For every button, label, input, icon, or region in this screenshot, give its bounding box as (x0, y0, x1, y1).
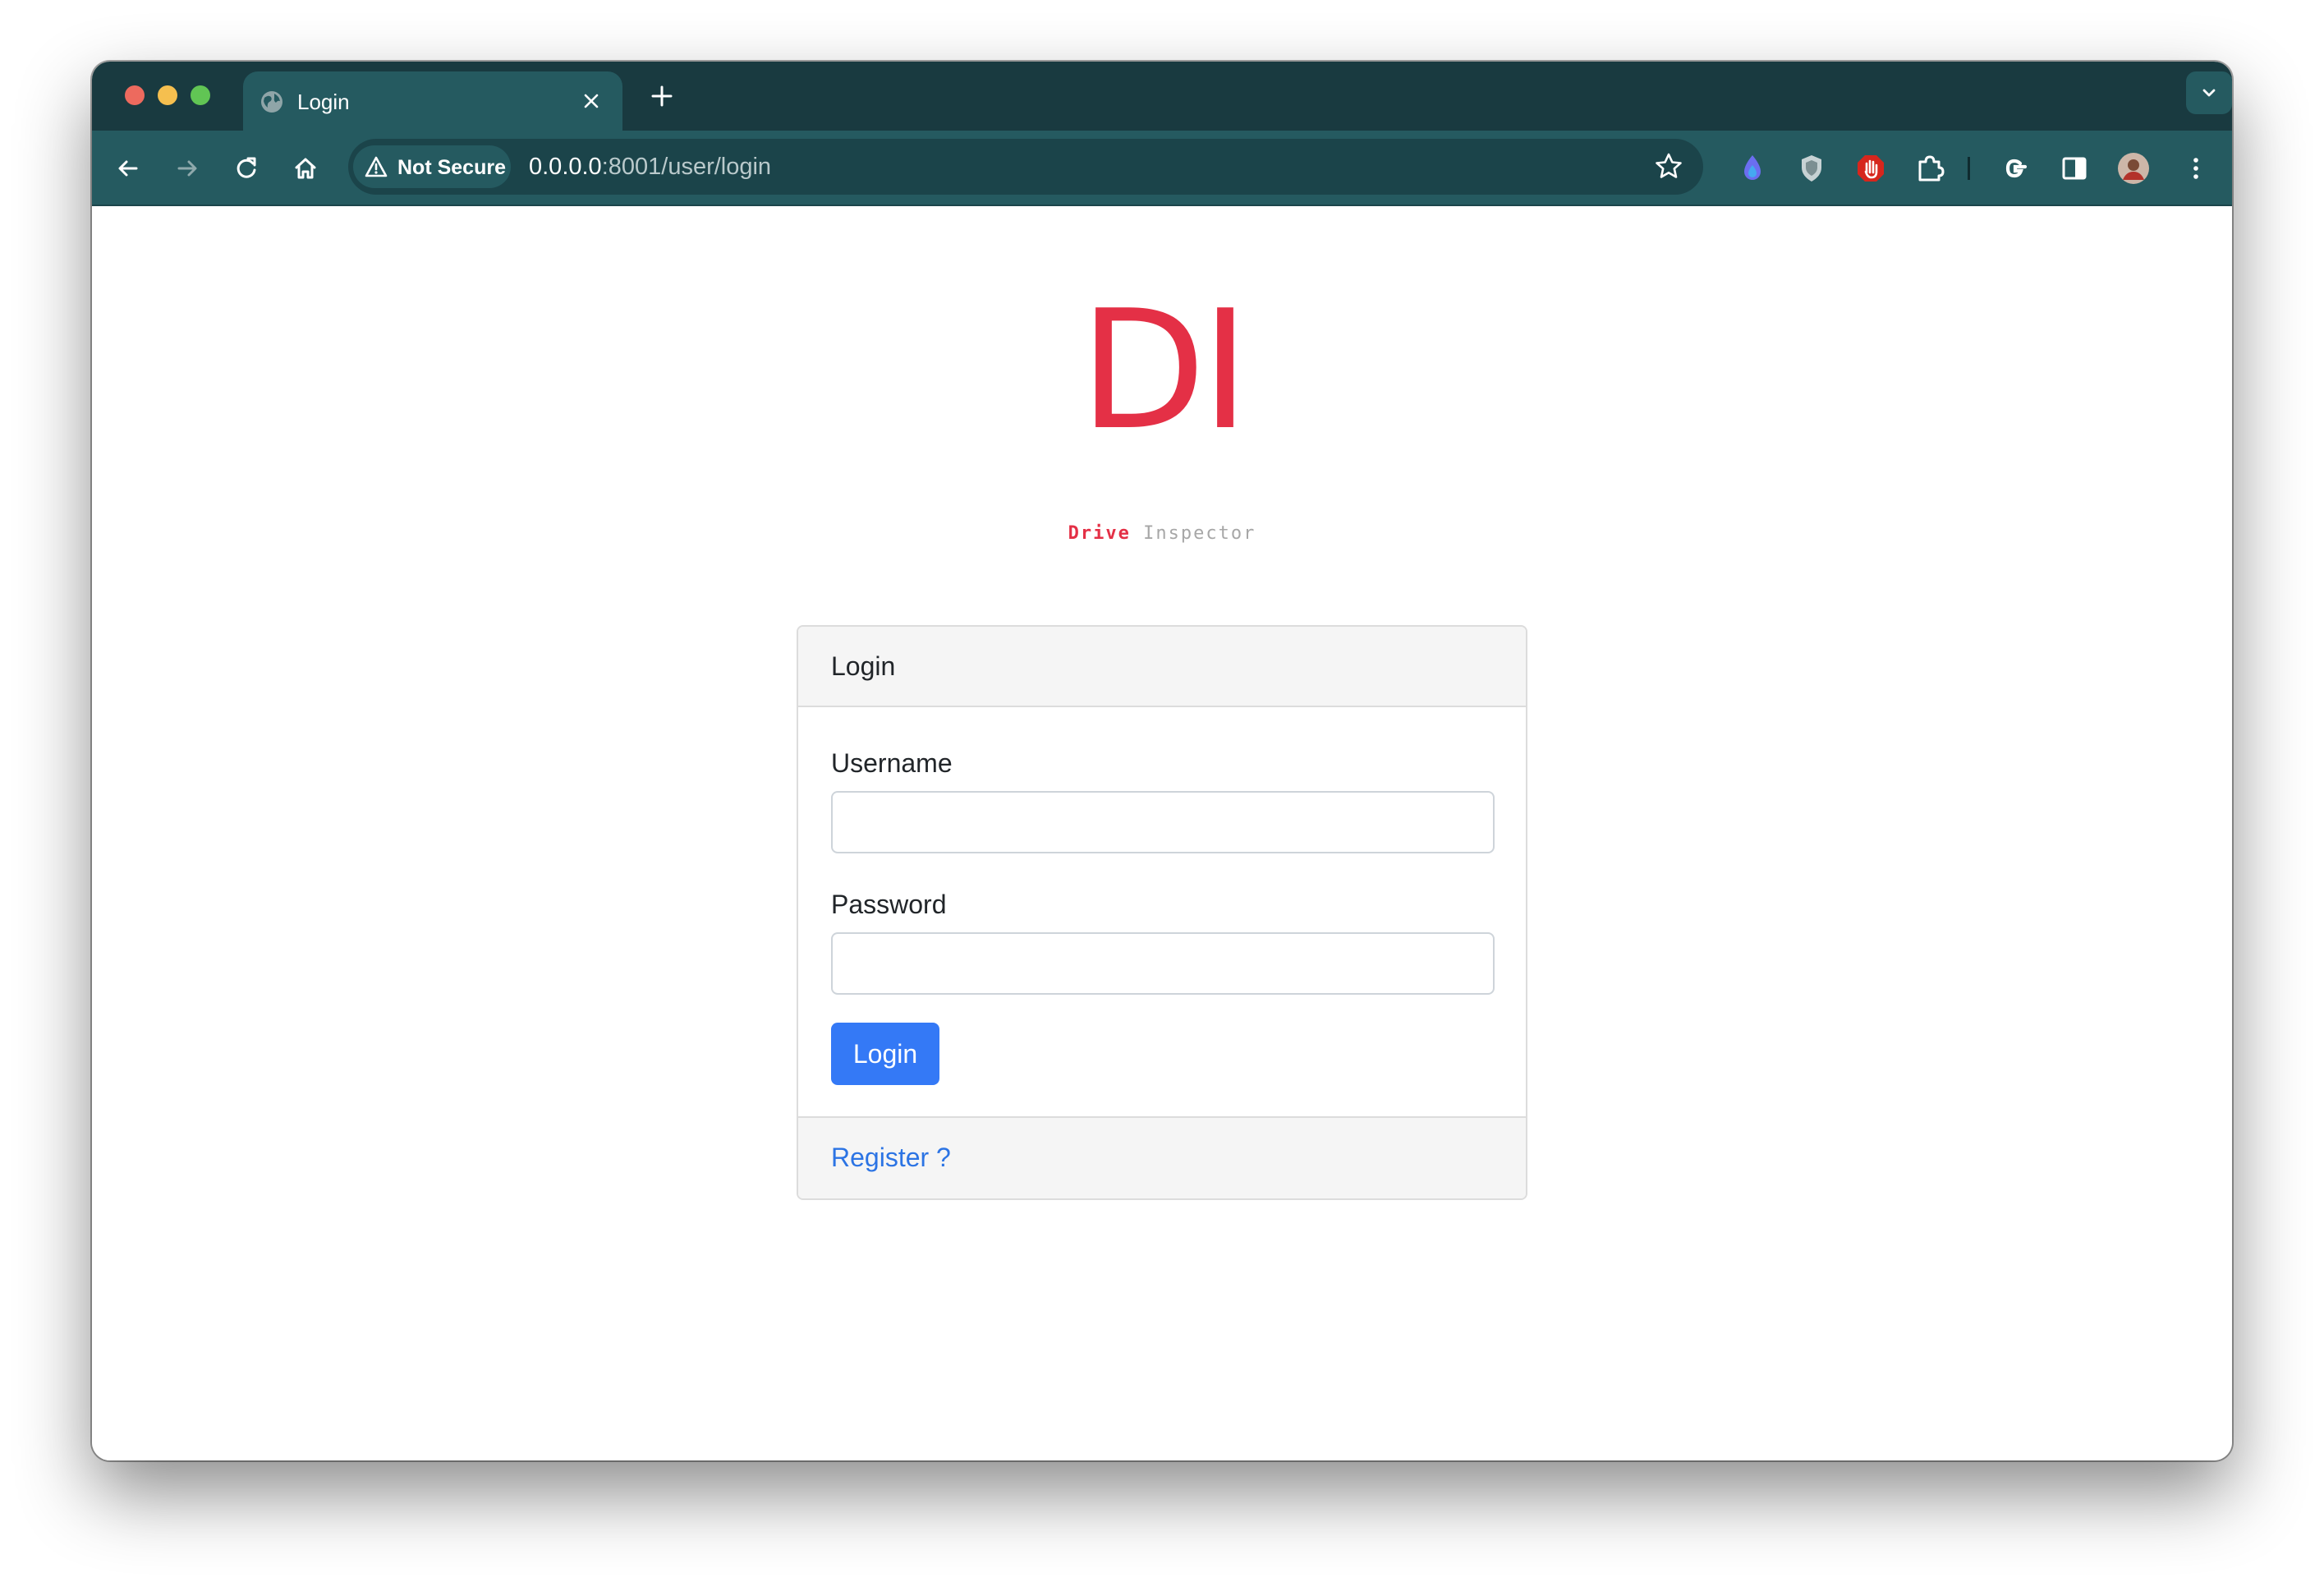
close-window-button[interactable] (125, 85, 145, 105)
toolbar-divider (1968, 157, 1970, 180)
minimize-window-button[interactable] (158, 85, 177, 105)
globe-icon (261, 91, 282, 113)
puzzle-extensions-icon[interactable] (1912, 150, 1948, 186)
more-menu-icon[interactable] (2178, 150, 2214, 186)
shield-icon[interactable] (1794, 150, 1830, 186)
browser-tab[interactable]: Login (243, 71, 622, 131)
chevron-down-icon (2202, 89, 2216, 97)
drop-extension-icon[interactable] (1734, 150, 1771, 186)
forward-arrow-icon[interactable] (171, 152, 204, 185)
address-bar[interactable]: Not Secure 0.0.0.0:8001/user/login (348, 139, 1703, 195)
url-host: 0.0.0.0 (529, 154, 602, 180)
register-link[interactable]: Register ? (831, 1143, 951, 1173)
browser-window: Login Not Secure 0.0.0.0:8001/user/login… (92, 62, 2232, 1460)
tab-strip: Login (92, 62, 2232, 131)
home-icon[interactable] (289, 152, 322, 185)
security-label: Not Secure (397, 156, 506, 179)
tab-title: Login (297, 90, 350, 114)
url-path: :8001/user/login (601, 154, 772, 180)
warning-icon (365, 156, 388, 177)
close-tab-icon[interactable] (581, 91, 601, 111)
adblock-hand-icon[interactable] (1853, 150, 1889, 186)
logo-word-inspector: Inspector (1143, 523, 1256, 544)
new-tab-icon[interactable] (647, 81, 677, 111)
logo-word-drive: Drive (1068, 523, 1131, 544)
logo: DI (1068, 275, 1256, 467)
side-panel-icon[interactable] (2056, 150, 2092, 186)
security-chip[interactable]: Not Secure (353, 145, 511, 188)
logo-tagline: Drive Inspector (1068, 523, 1256, 544)
username-input[interactable] (831, 791, 1495, 853)
card-header: Login (798, 627, 1526, 707)
profile-avatar[interactable] (2115, 150, 2152, 186)
login-button[interactable]: Login (831, 1023, 939, 1085)
username-label: Username (831, 748, 953, 778)
bookmark-star-icon[interactable] (1652, 150, 1685, 183)
browser-toolbar: Not Secure 0.0.0.0:8001/user/login (92, 131, 2232, 206)
reload-icon[interactable] (230, 152, 263, 185)
card-footer: Register ? (798, 1116, 1526, 1198)
logo-letters: DI (1079, 275, 1250, 467)
maximize-window-button[interactable] (191, 85, 210, 105)
url-text[interactable]: 0.0.0.0:8001/user/login (529, 154, 771, 181)
password-label: Password (831, 890, 947, 919)
card-title: Login (831, 651, 896, 681)
password-input[interactable] (831, 932, 1495, 995)
google-g-icon[interactable] (1997, 150, 2033, 186)
page-content: DI Drive Inspector Login Username Passwo… (92, 206, 2232, 1460)
back-arrow-icon[interactable] (112, 152, 145, 185)
login-card: Login Username Password Login Register ? (797, 625, 1527, 1200)
tab-search-button[interactable] (2186, 71, 2232, 114)
